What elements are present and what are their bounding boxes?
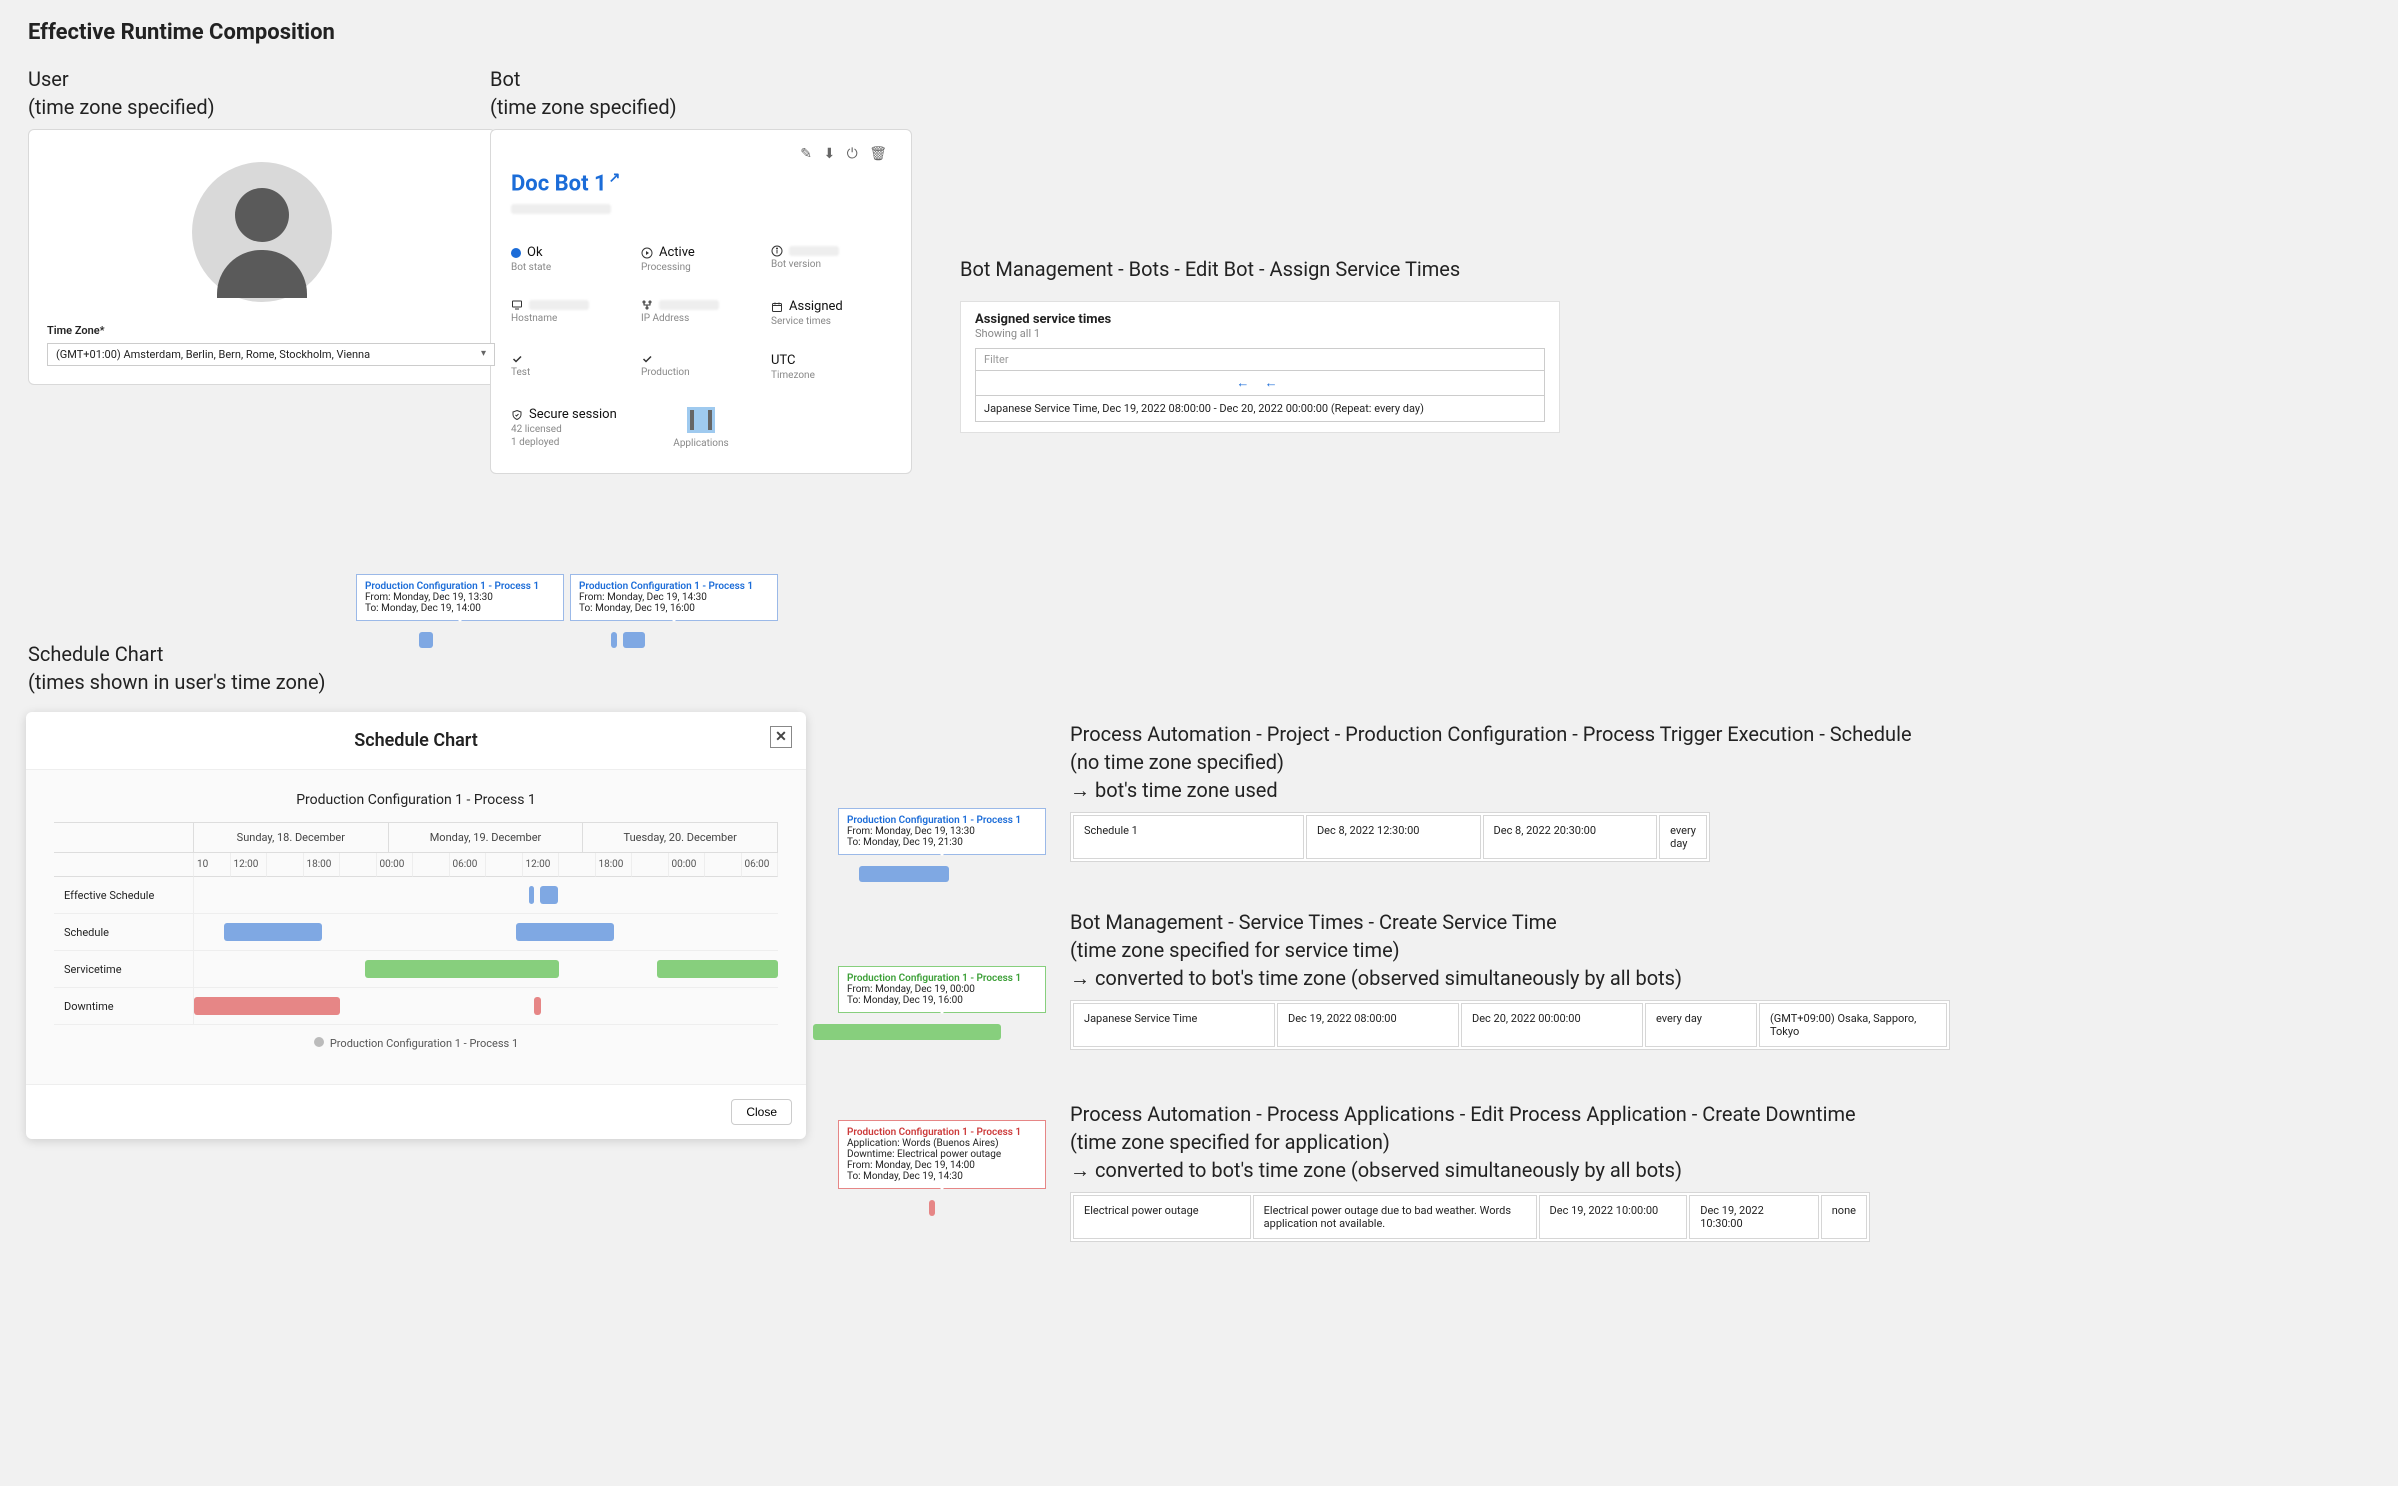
delete-icon[interactable]: 🗑 — [869, 146, 891, 162]
download-icon[interactable]: ⬇ — [823, 146, 839, 162]
timezone-select[interactable]: (GMT+01:00) Amsterdam, Berlin, Bern, Rom… — [47, 343, 495, 366]
pager[interactable]: ← ← — [975, 371, 1545, 396]
schedule-heading: Schedule Chart (times shown in user's ti… — [28, 640, 326, 696]
check-icon — [511, 353, 523, 365]
avatar — [192, 162, 332, 302]
showing-count: Showing all 1 — [975, 327, 1545, 340]
edit-icon[interactable]: ✎ — [800, 146, 816, 162]
external-link-icon: ↗ — [609, 170, 621, 186]
tooltip-effective-a: Production Configuration 1 - Process 1 F… — [356, 574, 564, 621]
chart-subtitle: Production Configuration 1 - Process 1 — [54, 792, 778, 808]
calendar-icon — [771, 301, 783, 313]
check-icon — [641, 353, 653, 365]
trigger-heading: Process Automation - Project - Productio… — [1070, 720, 2070, 804]
network-icon — [641, 299, 653, 311]
page-title: Effective Runtime Composition — [28, 20, 2370, 45]
close-icon[interactable]: ✕ — [770, 726, 792, 748]
tooltip-servicetime: Production Configuration 1 - Process 1 F… — [838, 966, 1046, 1013]
assign-heading: Bot Management - Bots - Edit Bot - Assig… — [960, 255, 1560, 283]
svc-heading: Bot Management - Service Times - Create … — [1070, 908, 2070, 992]
status-dot-icon — [511, 248, 521, 258]
applications-icon[interactable] — [687, 407, 715, 433]
shield-check-icon — [511, 409, 523, 421]
gantt-track-service[interactable] — [194, 951, 778, 987]
filter-input[interactable]: Filter — [975, 348, 1545, 371]
chart-legend: Production Configuration 1 - Process 1 — [54, 1025, 778, 1062]
dwn-heading: Process Automation - Process Application… — [1070, 1100, 2070, 1184]
schedule-chart-card: Schedule Chart ✕ Production Configuratio… — [26, 712, 806, 1139]
power-icon[interactable]: ⏻ — [847, 146, 862, 162]
tooltip-schedule: Production Configuration 1 - Process 1 F… — [838, 808, 1046, 855]
info-circle-icon — [771, 245, 783, 257]
bot-heading: Bot (time zone specified) — [490, 65, 912, 121]
bot-title[interactable]: Doc Bot 1↗ — [511, 170, 891, 196]
gantt-track-schedule[interactable] — [194, 914, 778, 950]
timezone-label: Time Zone* — [47, 324, 477, 337]
close-button[interactable]: Close — [731, 1099, 792, 1125]
service-time-item[interactable]: Japanese Service Time, Dec 19, 2022 08:0… — [975, 396, 1545, 422]
user-heading: User (time zone specified) — [28, 65, 458, 121]
tooltip-downtime: Production Configuration 1 - Process 1 A… — [838, 1120, 1046, 1189]
svc-table: Japanese Service Time Dec 19, 2022 08:00… — [1070, 1000, 1950, 1050]
gantt-track-effective[interactable] — [194, 877, 778, 913]
monitor-icon — [511, 299, 523, 311]
schedule-chart-title: Schedule Chart — [354, 730, 478, 751]
trigger-table: Schedule 1 Dec 8, 2022 12:30:00 Dec 8, 2… — [1070, 812, 1710, 862]
dwn-table: Electrical power outage Electrical power… — [1070, 1192, 1870, 1242]
tooltip-effective-b: Production Configuration 1 - Process 1 F… — [570, 574, 778, 621]
play-circle-icon — [641, 247, 653, 259]
assigned-title: Assigned service times — [975, 312, 1545, 327]
gantt-track-downtime[interactable] — [194, 988, 778, 1024]
